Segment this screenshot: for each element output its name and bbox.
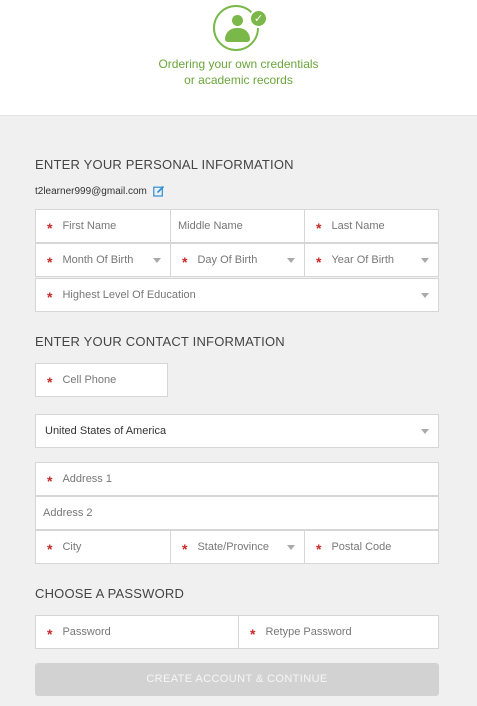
city-input[interactable]: * City [36,531,170,563]
email-display: t2learner999@gmail.com [35,185,165,197]
required-marker: * [47,626,53,642]
subtitle-line-1: Ordering your own credentials [158,57,319,71]
required-marker: * [316,254,322,270]
last-name-input[interactable]: * Last Name [304,210,438,242]
day-of-birth-select[interactable]: * Day Of Birth [170,244,304,276]
state-label: State/Province [197,541,269,553]
password-placeholder: Password [62,626,111,638]
address2-field: Address 2 [36,497,438,529]
month-of-birth-label: Month Of Birth [62,254,134,266]
education-label: Highest Level Of Education [62,289,196,301]
month-of-birth-select[interactable]: * Month Of Birth [36,244,170,276]
year-of-birth-label: Year Of Birth [331,254,395,266]
day-of-birth-label: Day Of Birth [197,254,258,266]
postal-code-input[interactable]: * Postal Code [304,531,438,563]
header-panel: ✓ Ordering your own credentials or acade… [0,0,477,116]
country-select[interactable]: United States of America [35,414,439,448]
required-marker: * [316,541,322,557]
required-marker: * [47,289,53,305]
chevron-down-icon [421,293,429,298]
city-state-postal-row: * City * State/Province * Postal Code [35,530,439,564]
name-row: * First Name Middle Name * Last Name [35,209,439,243]
year-of-birth-select[interactable]: * Year Of Birth [304,244,438,276]
required-marker: * [182,541,188,557]
cell-phone-field: * Cell Phone [36,364,167,396]
checkmark-icon: ✓ [249,9,268,28]
header-subtitle: Ordering your own credentials or academi… [0,56,477,88]
required-marker: * [250,626,256,642]
address2-input[interactable]: Address 2 [35,496,439,530]
chevron-down-icon [153,258,161,263]
first-name-input[interactable]: * First Name [36,210,170,242]
chevron-down-icon [421,429,429,434]
person-head-shape [232,15,243,26]
required-marker: * [182,254,188,270]
city-placeholder: City [62,541,82,553]
chevron-down-icon [421,258,429,263]
required-marker: * [47,473,53,489]
birth-date-row: * Month Of Birth * Day Of Birth * Year O… [35,243,439,277]
address1-input[interactable]: * Address 1 [35,462,439,496]
middle-name-input[interactable]: Middle Name [170,210,304,242]
retype-password-input[interactable]: * Retype Password [238,616,438,648]
personal-info-heading: ENTER YOUR PERSONAL INFORMATION [35,157,294,172]
subtitle-line-2: or academic records [184,73,293,87]
cell-phone-placeholder: Cell Phone [62,374,117,386]
password-input[interactable]: * Password [36,616,238,648]
edit-icon[interactable] [153,185,165,197]
first-name-placeholder: First Name [62,220,117,232]
required-marker: * [47,220,53,236]
required-marker: * [47,374,53,390]
retype-password-placeholder: Retype Password [265,626,352,638]
cell-phone-input[interactable]: * Cell Phone [35,363,168,397]
required-marker: * [47,254,53,270]
required-marker: * [47,541,53,557]
country-value: United States of America [45,425,167,437]
address1-field: * Address 1 [36,463,438,495]
chevron-down-icon [287,258,295,263]
chevron-down-icon [287,545,295,550]
contact-info-heading: ENTER YOUR CONTACT INFORMATION [35,334,285,349]
create-account-button[interactable]: CREATE ACCOUNT & CONTINUE [35,663,439,696]
person-check-icon: ✓ [213,5,268,51]
postal-code-placeholder: Postal Code [331,541,392,553]
last-name-placeholder: Last Name [331,220,385,232]
education-select[interactable]: * Highest Level Of Education [35,278,439,312]
country-field: United States of America [36,415,438,447]
required-marker: * [316,220,322,236]
middle-name-placeholder: Middle Name [178,220,243,232]
address2-placeholder: Address 2 [43,507,93,519]
state-select[interactable]: * State/Province [170,531,304,563]
password-heading: CHOOSE A PASSWORD [35,586,185,601]
email-text: t2learner999@gmail.com [35,185,147,197]
education-field: * Highest Level Of Education [36,279,438,311]
address1-placeholder: Address 1 [62,473,112,485]
password-row: * Password * Retype Password [35,615,439,649]
person-body-shape [225,28,250,42]
